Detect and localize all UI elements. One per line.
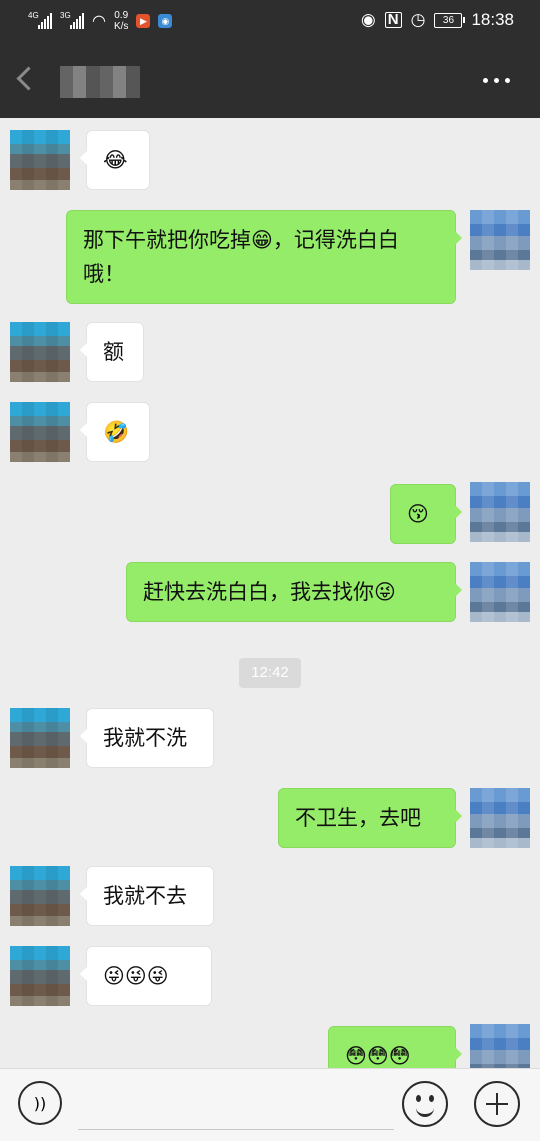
message-input-bar: )) bbox=[0, 1068, 540, 1141]
message-text: 😚 bbox=[407, 502, 429, 526]
back-arrow-icon[interactable] bbox=[16, 66, 41, 91]
voice-icon: )) bbox=[33, 1093, 47, 1113]
battery-icon: 36 bbox=[434, 12, 466, 28]
alarm-icon: ◷ bbox=[410, 10, 426, 29]
signal-icon: 4G bbox=[28, 11, 52, 29]
emoji-button[interactable] bbox=[402, 1081, 448, 1127]
message-text: 😳😳😳 bbox=[345, 1044, 411, 1068]
contact-avatar[interactable] bbox=[10, 402, 70, 462]
eye-icon: ◉ bbox=[360, 10, 376, 29]
network-type-label: 3G bbox=[60, 11, 71, 20]
clock: 18:38 bbox=[471, 10, 514, 29]
video-app-icon: ▶ bbox=[136, 14, 151, 28]
more-functions-button[interactable] bbox=[474, 1081, 520, 1127]
voice-input-button[interactable]: )) bbox=[18, 1081, 62, 1125]
message-bubble-sent[interactable]: 赶快去洗白白，我去找你😜 bbox=[126, 562, 462, 622]
message-input[interactable] bbox=[78, 1079, 394, 1130]
message-bubble-sent[interactable]: 😳😳😳 bbox=[328, 1026, 462, 1068]
network-type-label: 4G bbox=[28, 11, 39, 20]
contact-avatar[interactable] bbox=[10, 866, 70, 926]
status-bar: 4G 3G ◠ 0.9 K/s ▶ ◉ ◉ N ◷ 36 18:38 bbox=[0, 0, 540, 44]
message-text: 那下午就把你吃掉😁，记得洗白白哦！ bbox=[83, 228, 399, 286]
contact-avatar[interactable] bbox=[10, 946, 70, 1006]
signal-icon: 3G bbox=[60, 11, 84, 29]
message-text: 🤣 bbox=[103, 420, 130, 444]
message-bubble-sent[interactable]: 不卫生，去吧 bbox=[278, 788, 462, 848]
message-text: 😜😜😜 bbox=[103, 964, 169, 988]
contact-avatar[interactable] bbox=[10, 130, 70, 190]
message-timestamp: 12:42 bbox=[239, 658, 301, 688]
chat-message-list[interactable]: 😂 那下午就把你吃掉😁，记得洗白白哦！ 额 🤣 😚 赶快去洗白白，我去找你😜 1… bbox=[0, 118, 540, 1068]
contact-avatar[interactable] bbox=[10, 708, 70, 768]
message-bubble-received[interactable]: 🤣 bbox=[80, 402, 150, 462]
message-text: 我就不洗 bbox=[103, 726, 187, 750]
wifi-icon: ◠ bbox=[92, 13, 106, 30]
message-bubble-received[interactable]: 额 bbox=[80, 322, 144, 382]
contact-name: ••• bbox=[60, 66, 140, 98]
message-bubble-sent[interactable]: 那下午就把你吃掉😁，记得洗白白哦！ bbox=[66, 210, 462, 304]
message-bubble-received[interactable]: 我就不去 bbox=[80, 866, 214, 926]
message-text: 不卫生，去吧 bbox=[295, 806, 421, 830]
message-bubble-sent[interactable]: 😚 bbox=[390, 484, 462, 544]
self-avatar[interactable] bbox=[470, 210, 530, 270]
message-text: 我就不去 bbox=[103, 884, 187, 908]
message-bubble-received[interactable]: 😜😜😜 bbox=[80, 946, 212, 1006]
message-text: 额 bbox=[103, 340, 124, 364]
message-bubble-received[interactable]: 我就不洗 bbox=[80, 708, 214, 768]
self-avatar[interactable] bbox=[470, 562, 530, 622]
smiley-icon bbox=[416, 1105, 434, 1117]
message-bubble-received[interactable]: 😂 bbox=[80, 130, 150, 190]
message-text: 😂 bbox=[103, 148, 128, 172]
contact-avatar[interactable] bbox=[10, 322, 70, 382]
self-avatar[interactable] bbox=[470, 482, 530, 542]
network-speed: 0.9 K/s bbox=[113, 10, 129, 32]
camera-app-icon: ◉ bbox=[158, 14, 173, 28]
message-text: 赶快去洗白白，我去找你😜 bbox=[143, 580, 396, 604]
self-avatar[interactable] bbox=[470, 1024, 530, 1068]
nfc-icon: N bbox=[384, 12, 402, 28]
more-options-icon[interactable] bbox=[483, 78, 510, 83]
self-avatar[interactable] bbox=[470, 788, 530, 848]
chat-header: ••• bbox=[0, 44, 540, 118]
